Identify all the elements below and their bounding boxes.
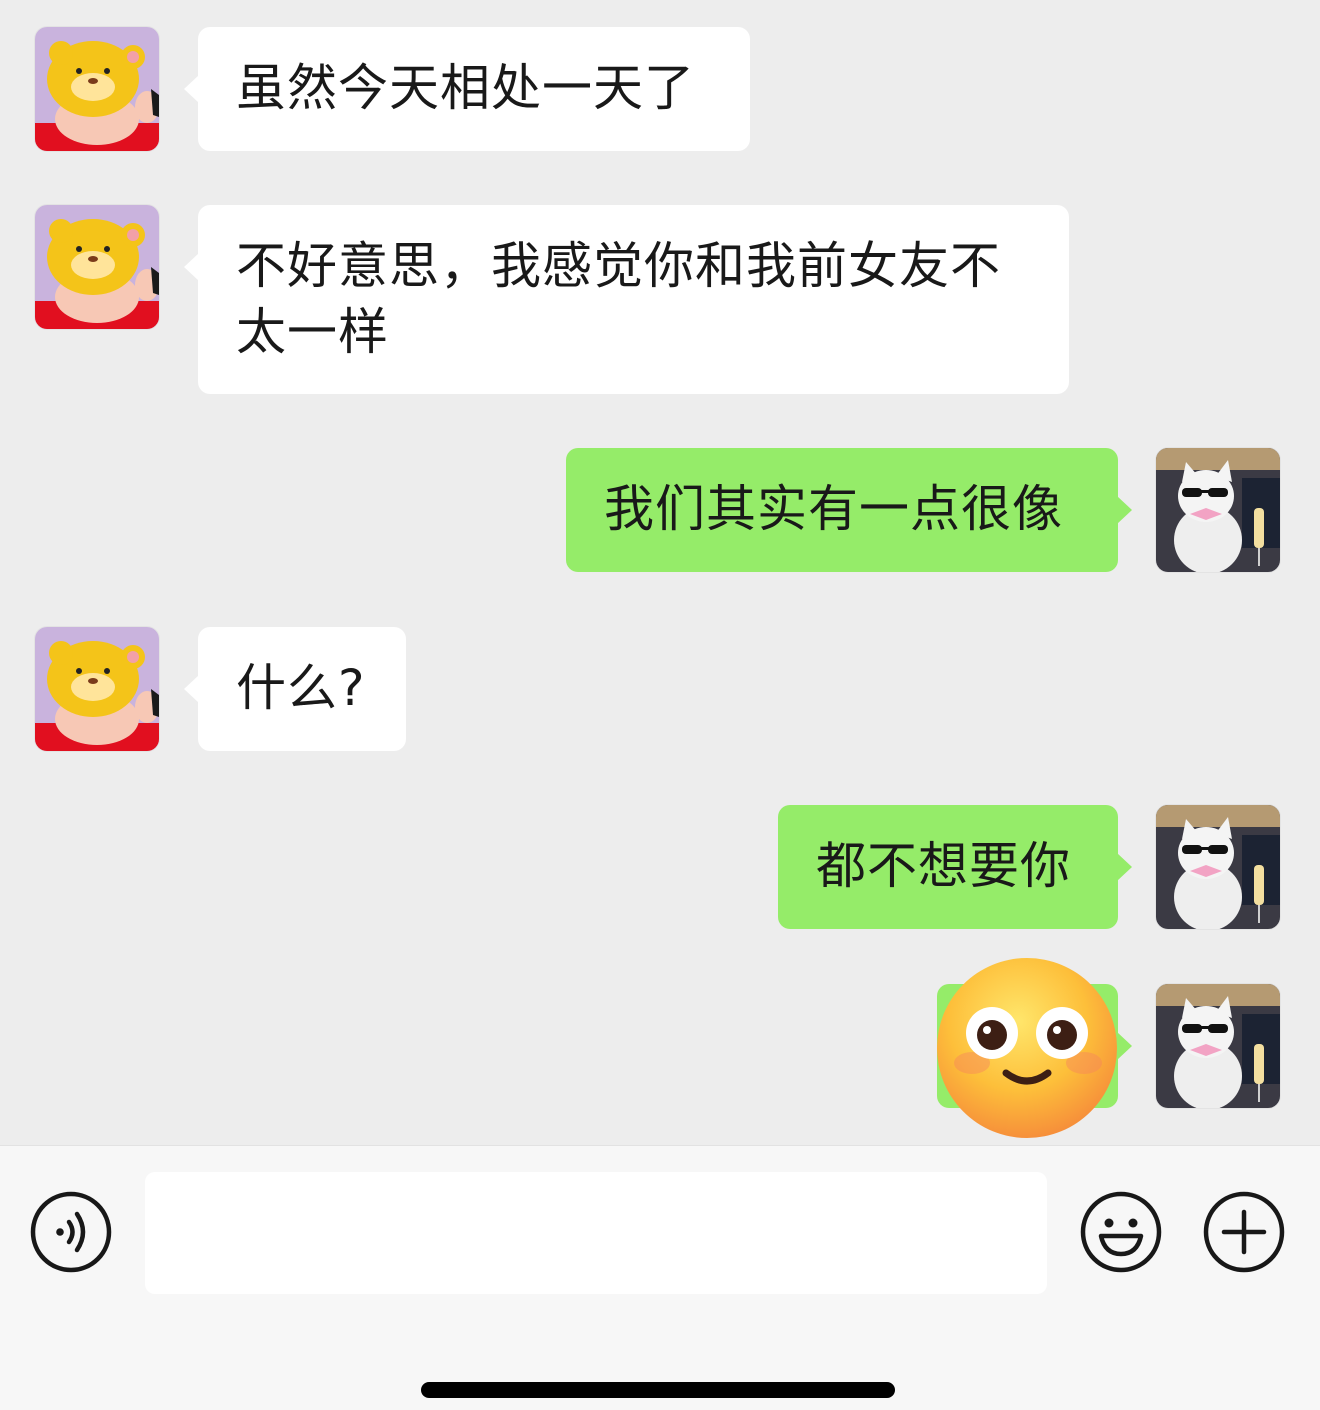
self-avatar[interactable] bbox=[1156, 448, 1280, 572]
self-avatar[interactable] bbox=[1156, 805, 1280, 929]
outgoing-message-bubble[interactable]: 我们其实有一点很像 bbox=[566, 448, 1132, 572]
message-text: 不好意思，我感觉你和我前女友不太一样 bbox=[236, 237, 1001, 361]
incoming-message-bubble[interactable]: 不好意思，我感觉你和我前女友不太一样 bbox=[184, 205, 1069, 394]
contact-avatar[interactable] bbox=[35, 627, 159, 751]
contact-avatar[interactable] bbox=[35, 205, 159, 329]
incoming-message-bubble[interactable]: 虽然今天相处一天了 bbox=[184, 27, 750, 151]
emoji-icon bbox=[1080, 1191, 1162, 1273]
emoji-button[interactable] bbox=[1079, 1190, 1163, 1274]
bear-avatar-icon bbox=[35, 627, 159, 751]
smiling-face-emoji-icon[interactable] bbox=[934, 955, 1120, 1141]
plus-icon bbox=[1203, 1191, 1285, 1273]
cat-avatar-icon bbox=[1156, 984, 1280, 1108]
message-text: 虽然今天相处一天了 bbox=[236, 59, 695, 117]
chat-message-list[interactable]: 虽然今天相处一天了 不好意思，我感觉你和我前女友不太一样 我们其实有一点很像 什… bbox=[0, 0, 1320, 1145]
contact-avatar[interactable] bbox=[35, 27, 159, 151]
bear-avatar-icon bbox=[35, 205, 159, 329]
message-input[interactable] bbox=[145, 1172, 1047, 1294]
incoming-message-bubble[interactable]: 什么? bbox=[184, 627, 406, 751]
message-text: 我们其实有一点很像 bbox=[604, 480, 1063, 538]
home-indicator[interactable] bbox=[421, 1382, 895, 1398]
self-avatar[interactable] bbox=[1156, 984, 1280, 1108]
voice-button[interactable] bbox=[29, 1190, 113, 1274]
message-text: 什么? bbox=[236, 659, 366, 717]
voice-icon bbox=[30, 1191, 112, 1273]
message-text: 都不想要你 bbox=[816, 837, 1071, 895]
bear-avatar-icon bbox=[35, 27, 159, 151]
cat-avatar-icon bbox=[1156, 805, 1280, 929]
more-button[interactable] bbox=[1202, 1190, 1286, 1274]
cat-avatar-icon bbox=[1156, 448, 1280, 572]
outgoing-message-bubble[interactable]: 都不想要你 bbox=[778, 805, 1132, 929]
